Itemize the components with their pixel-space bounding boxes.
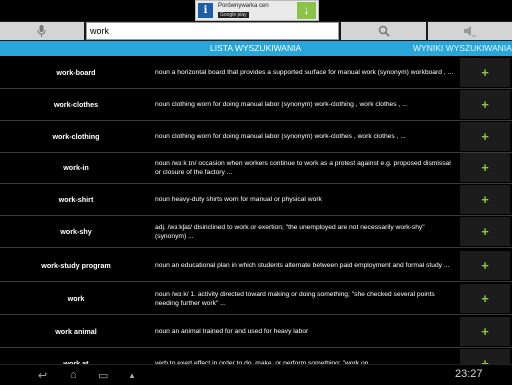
entry-definition: verb to exert effect in order to do, mak… [155, 360, 376, 364]
app-info-icon: i [198, 3, 213, 18]
voice-search-button[interactable] [0, 22, 84, 40]
download-icon[interactable]: ↓ [297, 2, 316, 19]
list-item[interactable]: work-board noun a horizontal board that … [0, 57, 512, 89]
list-item[interactable]: work-shirt noun heavy-duty shirts worn f… [0, 184, 512, 216]
list-item[interactable]: work at verb to exert effect in order to… [0, 348, 512, 364]
add-icon[interactable]: + [460, 122, 510, 151]
add-icon[interactable]: + [460, 284, 510, 313]
entry-word: work-clothes [53, 100, 99, 109]
list-item[interactable]: work-shy adj. /wɜːkʃaɪ/ disinclined to w… [0, 216, 512, 248]
tab-search-results[interactable]: WYNIKI WYSZUKIWANIA [413, 41, 512, 56]
search-icon [378, 25, 390, 37]
entry-definition: noun clothing worn for doing manual labo… [155, 101, 408, 108]
entry-word: work-shy [60, 227, 92, 236]
add-icon[interactable]: + [460, 185, 510, 214]
back-icon[interactable]: ↩ [38, 369, 47, 382]
entry-word: work-in [63, 163, 89, 172]
tab-search-list[interactable]: LISTA WYSZUKIWANIA [210, 41, 301, 56]
list-item[interactable]: work animal noun an animal trained for a… [0, 316, 512, 348]
add-icon[interactable]: + [460, 153, 510, 182]
add-icon[interactable]: + [460, 217, 510, 246]
list-item[interactable]: work-study program noun an educational p… [0, 250, 512, 282]
clock: 23:27 [455, 368, 483, 380]
add-icon[interactable]: + [460, 317, 510, 346]
entry-definition: noun a horizontal board that provides a … [155, 69, 454, 76]
add-icon[interactable]: + [460, 90, 510, 119]
menu-icon[interactable]: ▲ [128, 371, 136, 380]
list-item[interactable]: work-clothes noun clothing worn for doin… [0, 89, 512, 121]
speaker-icon [464, 26, 476, 37]
home-icon[interactable]: ⌂ [70, 369, 77, 381]
entry-word: work-shirt [58, 195, 94, 204]
system-bar: ↩ ⌂ ▭ ▲ 23:27 [0, 364, 512, 385]
ad-title: Porównywarka cen [218, 3, 269, 9]
microphone-icon [37, 25, 46, 37]
search-button[interactable] [341, 22, 426, 40]
entry-word: work-study program [41, 261, 111, 270]
add-icon[interactable]: + [460, 58, 510, 87]
entry-word: work-board [56, 68, 96, 77]
add-icon[interactable]: + [460, 349, 510, 364]
entry-word: work-clothing [52, 132, 100, 141]
entry-definition: adj. /wɜːkʃaɪ/ disinclined to work or ex… [155, 223, 425, 240]
list-item[interactable]: work-clothing noun clothing worn for doi… [0, 121, 512, 153]
ad-banner[interactable]: i Porównywarka cen Google play ↓ [195, 0, 319, 21]
entry-definition: noun clothing worn for doing manual labo… [155, 133, 406, 140]
text-to-speech-button[interactable] [428, 22, 512, 40]
entry-definition: noun an educational plan in which studen… [155, 262, 450, 269]
tab-bar: LISTA WYSZUKIWANIA WYNIKI WYSZUKIWANIA [0, 41, 512, 56]
entry-definition: noun an animal trained for and used for … [155, 328, 309, 335]
search-input[interactable]: work [86, 22, 339, 40]
entry-word: work [67, 294, 85, 303]
list-item[interactable]: work-in noun /wɜːk ɪn/ occasion when wor… [0, 152, 512, 184]
recent-apps-icon[interactable]: ▭ [98, 369, 108, 382]
results-list: work-board noun a horizontal board that … [0, 57, 512, 364]
google-play-badge: Google play [218, 12, 249, 18]
search-bar: work [0, 21, 512, 41]
entry-definition: noun heavy-duty shirts worn for manual o… [155, 196, 322, 203]
entry-definition: noun /wɜːk ɪn/ occasion when workers con… [155, 159, 451, 176]
entry-word: work animal [55, 327, 97, 336]
entry-word: work at [63, 359, 89, 364]
add-icon[interactable]: + [460, 251, 510, 280]
entry-definition: noun /wɜːk/ 1. activity directed toward … [155, 290, 435, 307]
list-item[interactable]: work noun /wɜːk/ 1. activity directed to… [0, 283, 512, 315]
